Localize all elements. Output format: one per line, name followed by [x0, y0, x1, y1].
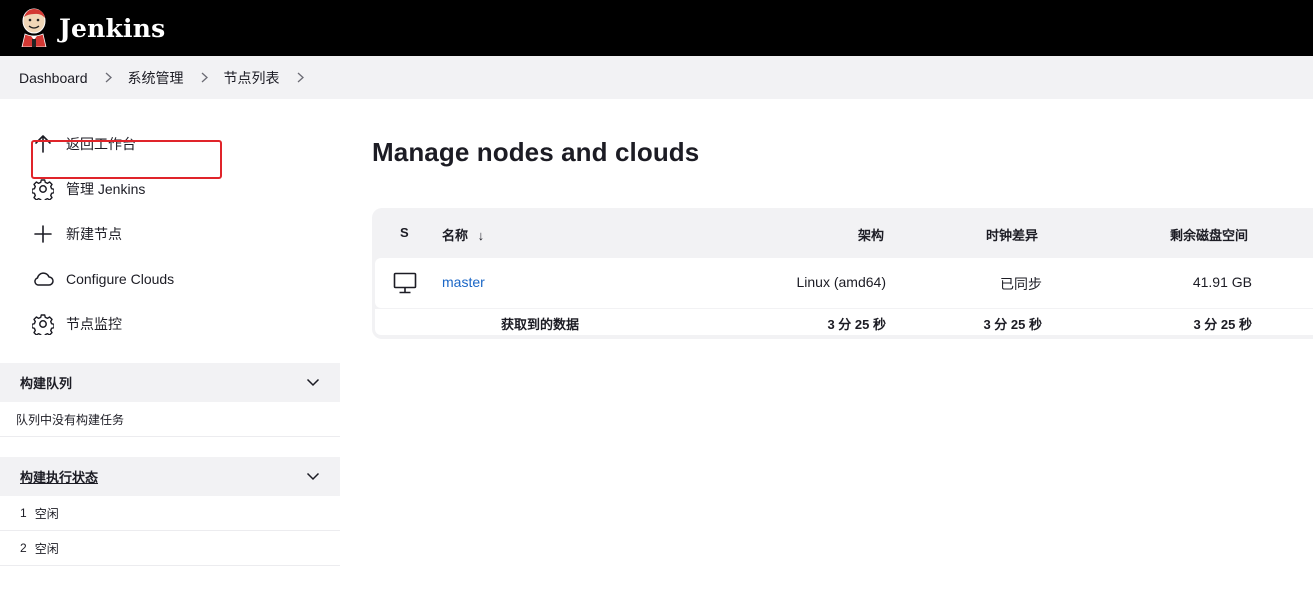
top-header: Jenkins	[0, 0, 1313, 56]
node-arch: Linux (amd64)	[796, 274, 887, 290]
table-footer: 获取到的数据 3 分 25 秒 3 分 25 秒 3 分 25 秒	[375, 309, 1313, 335]
col-header-name-label: 名称	[442, 228, 469, 243]
task-node-monitoring[interactable]: 节点监控	[32, 306, 122, 342]
task-label: 新建节点	[66, 226, 122, 242]
executor-number: 2	[20, 541, 27, 555]
task-configure-clouds[interactable]: Configure Clouds	[32, 261, 174, 297]
gear-icon	[32, 178, 54, 200]
plus-icon	[32, 223, 54, 245]
col-header-arch[interactable]: 架构	[858, 225, 884, 244]
build-queue-empty: 队列中没有构建任务	[0, 402, 340, 437]
breadcrumb-nodes[interactable]: 节点列表	[224, 68, 280, 88]
node-disk: 41.91 GB	[1192, 274, 1252, 290]
executor-row: 1 空闲	[0, 496, 340, 531]
build-queue-title: 构建队列	[20, 376, 73, 391]
breadcrumb-dashboard[interactable]: Dashboard	[19, 70, 88, 86]
executor-status: 空闲	[34, 506, 59, 521]
table-row: master Linux (amd64) 已同步 41.91 GB	[375, 258, 1313, 308]
build-queue-empty-text: 队列中没有构建任务	[16, 412, 125, 427]
jenkins-butler-icon	[17, 7, 51, 50]
footer-clock: 3 分 25 秒	[983, 317, 1042, 332]
node-name-link[interactable]: master	[442, 274, 485, 290]
footer-label: 获取到的数据	[501, 317, 580, 332]
node-clock: 已同步	[1000, 276, 1042, 292]
col-header-status[interactable]: S	[400, 225, 409, 240]
breadcrumb: Dashboard 系统管理 节点列表	[0, 56, 1313, 99]
chevron-right-icon[interactable]	[200, 72, 209, 83]
cloud-icon	[32, 268, 54, 290]
executors-header[interactable]: 构建执行状态	[0, 457, 340, 496]
footer-arch: 3 分 25 秒	[827, 317, 886, 332]
task-label: Configure Clouds	[66, 271, 175, 287]
sort-arrow-icon: ↓	[477, 228, 485, 243]
build-queue-header[interactable]: 构建队列	[0, 363, 340, 402]
col-header-disk[interactable]: 剩余磁盘空间	[1170, 225, 1248, 244]
executor-number: 1	[20, 506, 27, 520]
task-label: 节点监控	[66, 316, 122, 332]
footer-disk: 3 分 25 秒	[1193, 317, 1252, 332]
task-new-node[interactable]: 新建节点	[32, 216, 122, 252]
gear-icon	[32, 313, 54, 335]
chevron-down-icon[interactable]	[306, 375, 320, 390]
col-header-clock[interactable]: 时钟差异	[986, 225, 1038, 244]
page-title: Manage nodes and clouds	[372, 137, 700, 167]
computer-icon	[393, 272, 417, 297]
col-header-name[interactable]: 名称 ↓	[442, 225, 484, 244]
executor-status: 空闲	[34, 541, 59, 556]
configure-clouds-highlight	[31, 140, 222, 179]
chevron-right-icon[interactable]	[104, 72, 113, 83]
executor-row: 2 空闲	[0, 531, 340, 566]
breadcrumb-manage[interactable]: 系统管理	[128, 68, 184, 88]
chevron-down-icon[interactable]	[306, 469, 320, 484]
executors-title[interactable]: 构建执行状态	[20, 467, 98, 486]
jenkins-home-link[interactable]: Jenkins	[17, 7, 165, 50]
task-label: 管理 Jenkins	[66, 181, 146, 197]
app-name: Jenkins	[59, 13, 166, 43]
chevron-right-icon[interactable]	[296, 72, 305, 83]
